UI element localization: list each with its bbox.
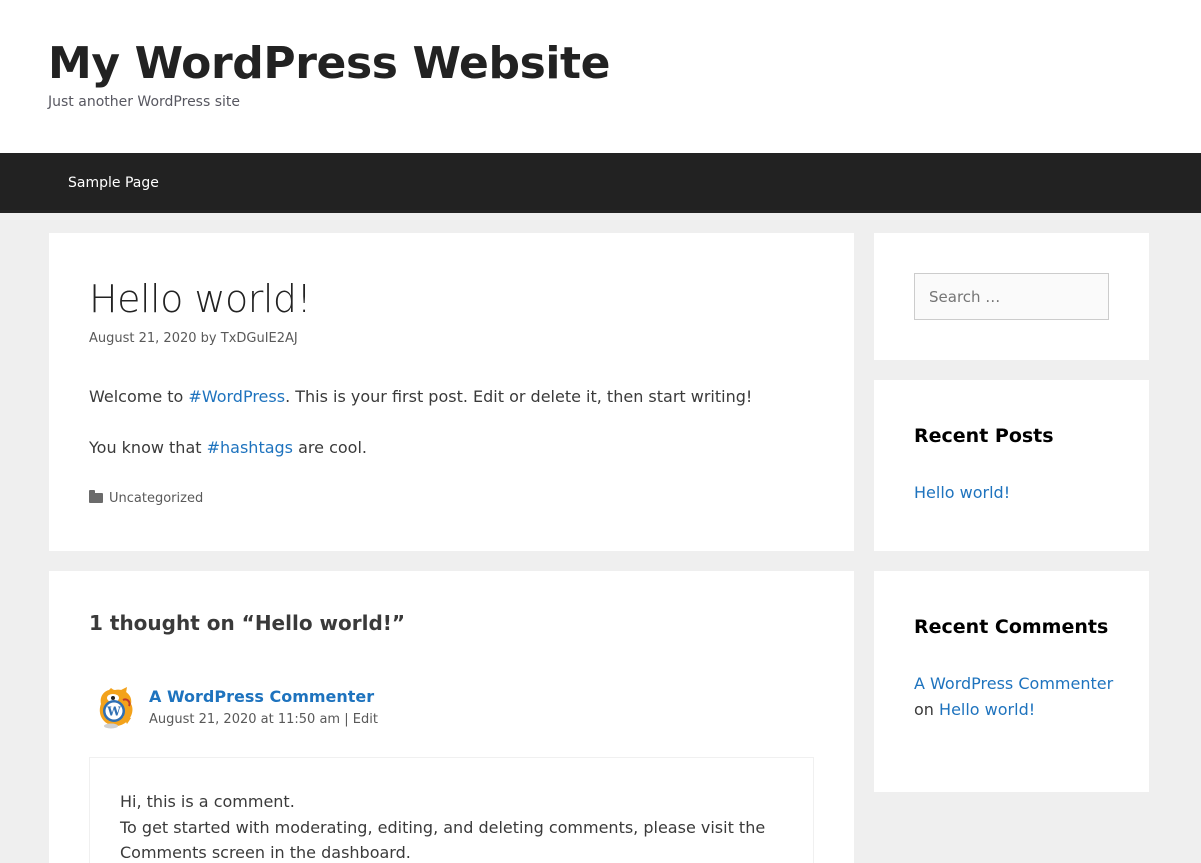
post-p2-prefix: You know that (89, 438, 207, 457)
comments-title: 1 thought on “Hello world!” (89, 611, 406, 635)
recent-comment-on-label: on (914, 699, 934, 719)
comment-meta: August 21, 2020 at 11:50 am | Edit (149, 710, 378, 730)
comments-section: 1 thought on “Hello world!” W A WordPres… (49, 571, 854, 863)
post-meta: August 21, 2020 by TxDGuIE2AJ (89, 329, 298, 349)
recent-comments-widget: Recent Comments A WordPress Commenter on… (874, 571, 1149, 792)
post-by-label: by (200, 331, 217, 346)
recent-comment-item: A WordPress Commenter on Hello world! (914, 671, 1114, 722)
search-input[interactable] (914, 273, 1109, 320)
post-author-link[interactable]: TxDGuIE2AJ (221, 331, 298, 346)
nav-item-sample-page[interactable]: Sample Page (68, 153, 159, 213)
category-link[interactable]: Uncategorized (109, 491, 203, 506)
post-card: Hello world! August 21, 2020 by TxDGuIE2… (49, 233, 854, 551)
post-p2-suffix: are cool. (293, 438, 367, 457)
folder-icon (89, 490, 103, 503)
comment-text: Hi, this is a comment. To get started wi… (120, 789, 780, 863)
main-navigation: Sample Page (0, 153, 1201, 213)
post-title: Hello world! (89, 277, 312, 321)
site-tagline: Just another WordPress site (48, 94, 241, 110)
recent-posts-title: Recent Posts (914, 425, 1054, 447)
recent-post-link[interactable]: Hello world! (914, 481, 1010, 505)
site-title[interactable]: My WordPress Website (48, 36, 611, 92)
comment-datetime-link[interactable]: August 21, 2020 at 11:50 am (149, 712, 340, 727)
recent-comment-post-link[interactable]: Hello world! (939, 700, 1035, 719)
recent-posts-widget: Recent Posts Hello world! (874, 380, 1149, 551)
post-p1-prefix: Welcome to (89, 387, 189, 406)
post-p1-text: . This is your first post. Edit or delet… (285, 387, 753, 406)
svg-text:W: W (106, 705, 121, 719)
recent-comment-author-link[interactable]: A WordPress Commenter (914, 674, 1113, 693)
site-header: My WordPress Website Just another WordPr… (0, 0, 1201, 153)
comment-line-1: Hi, this is a comment. (120, 792, 295, 811)
post-date-link[interactable]: August 21, 2020 (89, 331, 197, 346)
hashtag-wordpress-link[interactable]: #WordPress (188, 387, 285, 406)
search-widget (874, 233, 1149, 360)
comment-content-box: Hi, this is a comment. To get started wi… (89, 757, 814, 863)
post-paragraph-1: Welcome to #WordPress. This is your firs… (89, 385, 752, 409)
post-paragraph-2: You know that #hashtags are cool. (89, 436, 367, 460)
commenter-avatar: W (96, 687, 136, 729)
post-categories: Uncategorized (89, 489, 203, 509)
comment-meta-separator: | (344, 712, 349, 727)
comment-author-link[interactable]: A WordPress Commenter (149, 686, 374, 708)
hashtag-hashtags-link[interactable]: #hashtags (207, 438, 293, 457)
comment-line-2: To get started with moderating, editing,… (120, 817, 766, 863)
comment-edit-link[interactable]: Edit (353, 712, 378, 727)
recent-comments-title: Recent Comments (914, 616, 1109, 638)
